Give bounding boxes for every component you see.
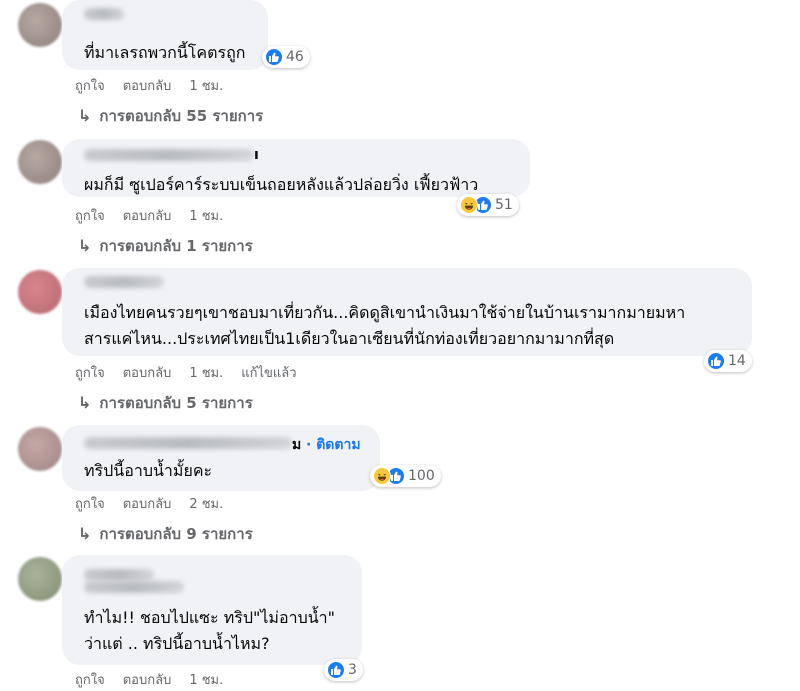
reply-arrow-icon: ↳	[78, 236, 92, 255]
timestamp[interactable]: 1 ชม.	[189, 209, 223, 225]
reply-arrow-icon: ↳	[78, 393, 92, 412]
like-reaction-icon	[265, 48, 283, 66]
comment-text-line: ทำไม!! ชอบไปแซะ ทริป"ไม่อาบน้ำ"	[84, 608, 335, 627]
reply-arrow-icon: ↳	[78, 524, 92, 543]
follow-link[interactable]: · ติดตาม	[306, 437, 361, 453]
replies-count-label: การตอบกลับ 5 รายการ	[99, 394, 253, 412]
edited-label[interactable]: แก้ไขแล้ว	[241, 366, 296, 382]
comment-actions: ถูกใจ ตอบกลับ 1 ชม.	[75, 209, 223, 225]
author-name-blurred[interactable]	[84, 149, 254, 161]
comment-actions: ถูกใจ ตอบกลับ 1 ชม.	[75, 673, 223, 689]
avatar[interactable]	[18, 270, 62, 314]
like-action[interactable]: ถูกใจ	[75, 497, 105, 513]
author-name-blurred[interactable]	[84, 569, 154, 581]
replies-count-label: การตอบกลับ 9 รายการ	[99, 525, 253, 543]
reply-action[interactable]: ตอบกลับ	[123, 366, 172, 382]
timestamp[interactable]: 1 ชม.	[189, 366, 223, 382]
view-replies-link[interactable]: ↳ การตอบกลับ 9 รายการ	[78, 524, 253, 544]
replies-count-label: การตอบกลับ 55 รายการ	[99, 107, 264, 125]
author-name-blurred[interactable]	[84, 276, 164, 288]
comment-bubble: ที่มาเลรถพวกนี้โคตรถูก	[62, 0, 268, 70]
like-action[interactable]: ถูกใจ	[75, 209, 105, 225]
author-name-blurred[interactable]	[84, 8, 124, 20]
author-name-blurred[interactable]	[84, 437, 292, 449]
comment-text-line: ผมก็มี ซูเปอร์คาร์ระบบเข็นถอยหลังแล้วปล่…	[84, 175, 479, 194]
author-name-end[interactable]: ı	[254, 147, 259, 163]
comment-text-line: เมืองไทยคนรวยๆเขาชอบมาเที่ยวกัน...คิดดูส…	[84, 303, 686, 322]
comment-bubble: ม · ติดตาม ทริปนี้อาบน้ำมั้ยคะ	[62, 425, 380, 491]
reaction-summary[interactable]: 51	[457, 194, 519, 216]
view-replies-link[interactable]: ↳ การตอบกลับ 5 รายการ	[78, 393, 253, 413]
comment-text-line: ทริปนี้อาบน้ำมั้ยคะ	[84, 461, 213, 480]
like-reaction-icon	[327, 661, 345, 679]
comment-actions: ถูกใจ ตอบกลับ 1 ชม. แก้ไขแล้ว	[75, 366, 297, 382]
comment-text-line: ว่าแต่ .. ทริปนี้อาบน้ำไหม?	[84, 634, 270, 653]
like-action[interactable]: ถูกใจ	[75, 79, 105, 95]
like-action[interactable]: ถูกใจ	[75, 366, 105, 382]
reaction-summary[interactable]: 100	[370, 465, 441, 487]
avatar[interactable]	[18, 427, 62, 471]
reaction-summary[interactable]: 46	[262, 46, 310, 68]
avatar[interactable]	[18, 557, 62, 601]
comment-text-line: สารแค่ไหน...ประเทศไทยเป็น1เดียวในอาเซียน…	[84, 329, 615, 348]
author-name-end[interactable]: ม	[292, 437, 301, 453]
reaction-count: 100	[408, 468, 435, 484]
haha-reaction-icon	[373, 467, 391, 485]
reaction-count: 3	[348, 662, 357, 678]
reaction-summary[interactable]: 3	[324, 659, 363, 681]
avatar[interactable]	[18, 3, 62, 47]
author-name-blurred-line2[interactable]	[84, 581, 184, 593]
reply-action[interactable]: ตอบกลับ	[123, 79, 172, 95]
like-reaction-icon	[707, 352, 725, 370]
like-action[interactable]: ถูกใจ	[75, 673, 105, 689]
timestamp[interactable]: 1 ชม.	[189, 673, 223, 689]
comment-actions: ถูกใจ ตอบกลับ 2 ชม.	[75, 497, 223, 513]
avatar[interactable]	[18, 140, 62, 184]
reply-action[interactable]: ตอบกลับ	[123, 209, 172, 225]
comment-bubble: ı ผมก็มี ซูเปอร์คาร์ระบบเข็นถอยหลังแล้วป…	[62, 139, 530, 197]
reply-action[interactable]: ตอบกลับ	[123, 673, 172, 689]
reply-action[interactable]: ตอบกลับ	[123, 497, 172, 513]
timestamp[interactable]: 2 ชม.	[189, 497, 223, 513]
comment-bubble: ทำไม!! ชอบไปแซะ ทริป"ไม่อาบน้ำ" ว่าแต่ .…	[62, 555, 362, 665]
reaction-count: 46	[286, 49, 304, 65]
comment-bubble: เมืองไทยคนรวยๆเขาชอบมาเที่ยวกัน...คิดดูส…	[62, 268, 752, 356]
view-replies-link[interactable]: ↳ การตอบกลับ 55 รายการ	[78, 106, 264, 126]
comment-actions: ถูกใจ ตอบกลับ 1 ชม.	[75, 79, 223, 95]
reply-arrow-icon: ↳	[78, 106, 92, 125]
replies-count-label: การตอบกลับ 1 รายการ	[99, 237, 253, 255]
comment-text-line: ที่มาเลรถพวกนี้โคตรถูก	[84, 43, 246, 62]
haha-reaction-icon	[460, 196, 478, 214]
reaction-count: 51	[495, 197, 513, 213]
timestamp[interactable]: 1 ชม.	[189, 79, 223, 95]
reaction-summary[interactable]: 14	[704, 350, 752, 372]
view-replies-link[interactable]: ↳ การตอบกลับ 1 รายการ	[78, 236, 253, 256]
reaction-count: 14	[728, 353, 746, 369]
